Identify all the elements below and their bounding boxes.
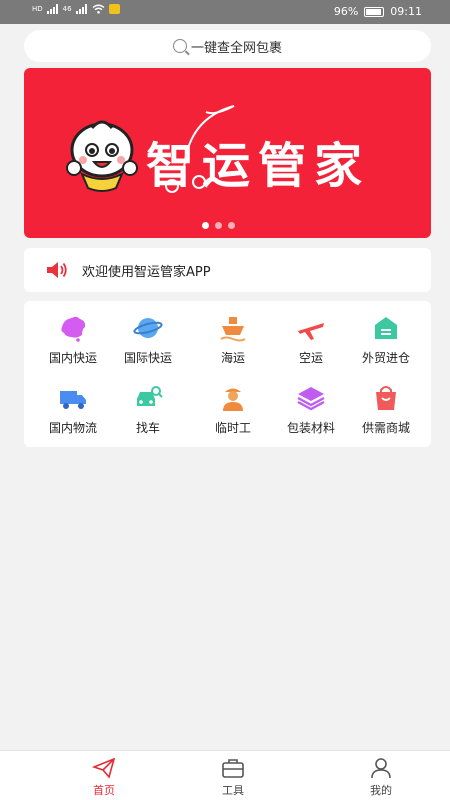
service-foreign-trade-warehouse[interactable]: 外贸进仓 xyxy=(346,313,426,366)
airplane-icon xyxy=(298,323,324,340)
service-label: 海运 xyxy=(220,351,245,365)
service-sea-freight[interactable]: 海运 xyxy=(193,313,273,366)
service-temp-worker[interactable]: 临时工 xyxy=(193,383,273,436)
service-label: 供需商城 xyxy=(361,421,410,435)
carousel-dot[interactable] xyxy=(202,222,209,229)
announcement-text: 欢迎使用智运管家APP xyxy=(82,264,211,280)
announcement-bar[interactable]: 欢迎使用智运管家APP xyxy=(24,248,431,292)
network-type-label: HD xyxy=(32,4,43,13)
battery-percent: 96% xyxy=(333,5,359,18)
service-label: 国内快运 xyxy=(48,351,97,365)
service-find-vehicle[interactable]: 找车 xyxy=(108,383,188,436)
service-label: 外贸进仓 xyxy=(361,351,410,365)
service-air-freight[interactable]: 空运 xyxy=(271,313,351,366)
tab-label: 首页 xyxy=(93,784,115,797)
tab-home[interactable]: 首页 xyxy=(74,757,134,798)
clock: 09:11 xyxy=(390,5,422,18)
signal-icon xyxy=(46,4,59,14)
search-bar[interactable]: 一键查全网包裹 xyxy=(24,30,431,62)
service-international-express[interactable]: 国际快运 xyxy=(108,313,188,366)
china-map-icon xyxy=(61,316,86,342)
services-grid: 国内快运 国际快运 海运 空运 外贸进仓 国内物流 找车 临时工 包装材料 供需… xyxy=(24,301,431,447)
search-placeholder: 一键查全网包裹 xyxy=(190,40,282,56)
tab-tools[interactable]: 工具 xyxy=(203,757,263,798)
layers-icon xyxy=(297,387,325,411)
service-label: 临时工 xyxy=(214,421,251,435)
tab-mine[interactable]: 我的 xyxy=(351,757,411,798)
banner-title: 智运管家 xyxy=(146,138,371,194)
signal-icon-2 xyxy=(75,4,88,14)
service-label: 找车 xyxy=(135,421,160,435)
service-label: 包装材料 xyxy=(286,421,335,435)
service-label: 空运 xyxy=(298,351,323,365)
ship-icon xyxy=(220,317,246,342)
paper-plane-icon xyxy=(92,757,116,779)
mascot-logo xyxy=(66,120,138,192)
notification-icon xyxy=(108,4,120,14)
user-icon xyxy=(371,758,391,779)
worker-icon xyxy=(223,388,243,411)
truck-icon xyxy=(60,391,86,409)
service-domestic-logistics[interactable]: 国内物流 xyxy=(33,383,113,436)
service-packaging-materials[interactable]: 包装材料 xyxy=(271,383,351,436)
carousel-indicators[interactable] xyxy=(202,222,235,229)
service-supply-demand-mall[interactable]: 供需商城 xyxy=(346,383,426,436)
carousel-dot[interactable] xyxy=(215,222,222,229)
planet-icon xyxy=(133,318,163,338)
status-bar: HD 46 96% 09:11 xyxy=(0,0,450,24)
promo-banner[interactable]: 智运管家 xyxy=(24,68,431,238)
speaker-icon xyxy=(47,262,67,278)
tab-label: 我的 xyxy=(370,784,392,797)
network-generation-label: 46 xyxy=(62,4,72,13)
service-label: 国内物流 xyxy=(48,421,97,435)
wifi-icon xyxy=(92,4,105,14)
car-search-icon xyxy=(137,386,163,406)
bottom-tab-bar: 首页 工具 我的 xyxy=(0,750,450,800)
tab-label: 工具 xyxy=(222,784,244,797)
shopping-bag-icon xyxy=(376,386,396,410)
battery-icon xyxy=(364,6,385,17)
carousel-dot[interactable] xyxy=(228,222,235,229)
status-indicators: HD 46 xyxy=(32,4,120,14)
warehouse-icon xyxy=(375,317,397,339)
search-icon xyxy=(172,39,187,53)
service-domestic-express[interactable]: 国内快运 xyxy=(33,313,113,366)
service-label: 国际快运 xyxy=(123,351,172,365)
briefcase-icon xyxy=(222,759,244,778)
